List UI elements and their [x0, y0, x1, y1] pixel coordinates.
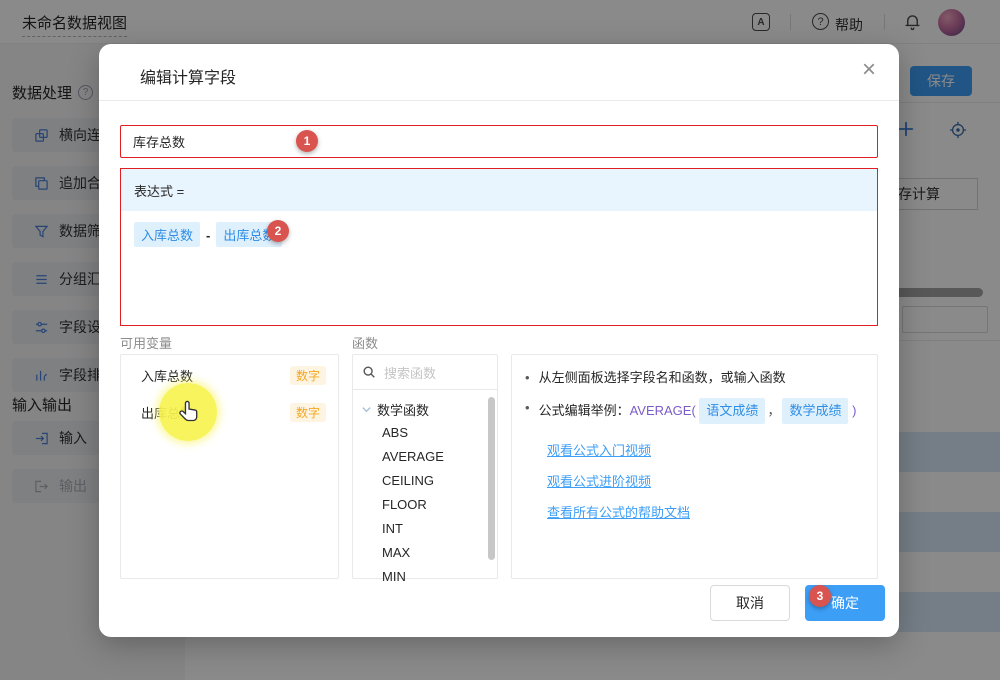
function-group-math[interactable]: 数学函数: [353, 397, 497, 421]
bullet-dot: •: [525, 368, 530, 388]
function-item[interactable]: MIN: [353, 565, 497, 589]
expression-token[interactable]: 入库总数: [134, 222, 200, 247]
help-panel: • 从左侧面板选择字段名和函数，或输入函数 • 公式编辑举例：AVERAGE( …: [511, 354, 878, 579]
search-placeholder: 搜索函数: [384, 363, 436, 382]
variables-panel: 入库总数 数字 出库总数 数字: [120, 354, 339, 579]
dialog-title: 编辑计算字段: [140, 64, 236, 88]
operator-minus: -: [206, 228, 210, 243]
link-advanced-video[interactable]: 观看公式进阶视频: [547, 471, 867, 490]
variables-label: 可用变量: [120, 333, 172, 352]
function-tree: 数学函数 ABS AVERAGE CEILING FLOOR INT MAX M…: [353, 390, 497, 589]
variable-item[interactable]: 入库总数 数字: [121, 358, 338, 392]
annotation-step-1: 1: [296, 130, 318, 152]
functions-panel: 搜索函数 数学函数 ABS AVERAGE CEILING FLOOR INT …: [352, 354, 498, 579]
annotation-step-3: 3: [809, 585, 831, 607]
functions-scrollbar[interactable]: [488, 397, 495, 560]
help-example: 公式编辑举例：AVERAGE( 语文成绩，数学成绩 ): [539, 398, 857, 424]
chevron-down-icon: [361, 404, 372, 415]
variable-item[interactable]: 出库总数 数字: [121, 395, 338, 429]
field-name-input[interactable]: [120, 125, 878, 158]
function-item[interactable]: FLOOR: [353, 493, 497, 517]
link-intro-video[interactable]: 观看公式入门视频: [547, 440, 867, 459]
expression-editor[interactable]: 表达式 = 入库总数-出库总数: [120, 168, 878, 326]
type-badge: 数字: [290, 403, 326, 422]
close-icon[interactable]: ×: [862, 58, 876, 82]
variable-name: 入库总数: [141, 366, 193, 385]
function-search[interactable]: 搜索函数: [353, 355, 497, 390]
help-bullet-1: • 从左侧面板选择字段名和函数，或输入函数: [523, 368, 867, 388]
bullet-dot: •: [525, 398, 530, 418]
search-icon: [362, 365, 376, 379]
function-item[interactable]: ABS: [353, 421, 497, 445]
function-item[interactable]: INT: [353, 517, 497, 541]
help-bullet-2: • 公式编辑举例：AVERAGE( 语文成绩，数学成绩 ): [523, 398, 867, 424]
function-item[interactable]: CEILING: [353, 469, 497, 493]
edit-calc-field-dialog: 编辑计算字段 × 表达式 = 入库总数-出库总数 可用变量 入库总数 数字 出库…: [99, 44, 899, 637]
function-item[interactable]: MAX: [353, 541, 497, 565]
type-badge: 数字: [290, 366, 326, 385]
expression-label: 表达式 =: [121, 169, 877, 211]
help-text: 从左侧面板选择字段名和函数，或输入函数: [539, 368, 786, 388]
link-formula-docs[interactable]: 查看所有公式的帮助文档: [547, 502, 867, 521]
example-prefix: 公式编辑举例：: [539, 403, 630, 418]
formula-function: AVERAGE(: [630, 403, 696, 418]
formula-comma: ，: [767, 403, 780, 418]
example-token: 数学成绩: [782, 398, 848, 424]
functions-label: 函数: [352, 333, 378, 352]
function-item[interactable]: AVERAGE: [353, 445, 497, 469]
annotation-step-2: 2: [267, 220, 289, 242]
expression-body[interactable]: 入库总数-出库总数: [121, 211, 877, 258]
dialog-header: 编辑计算字段 ×: [99, 44, 899, 101]
function-group-label: 数学函数: [377, 400, 429, 419]
help-links: 观看公式入门视频 观看公式进阶视频 查看所有公式的帮助文档: [547, 440, 867, 521]
cursor-pointer-icon: [176, 399, 203, 426]
example-token: 语文成绩: [699, 398, 765, 424]
formula-close-paren: ): [852, 403, 856, 418]
cancel-button[interactable]: 取消: [710, 585, 790, 621]
